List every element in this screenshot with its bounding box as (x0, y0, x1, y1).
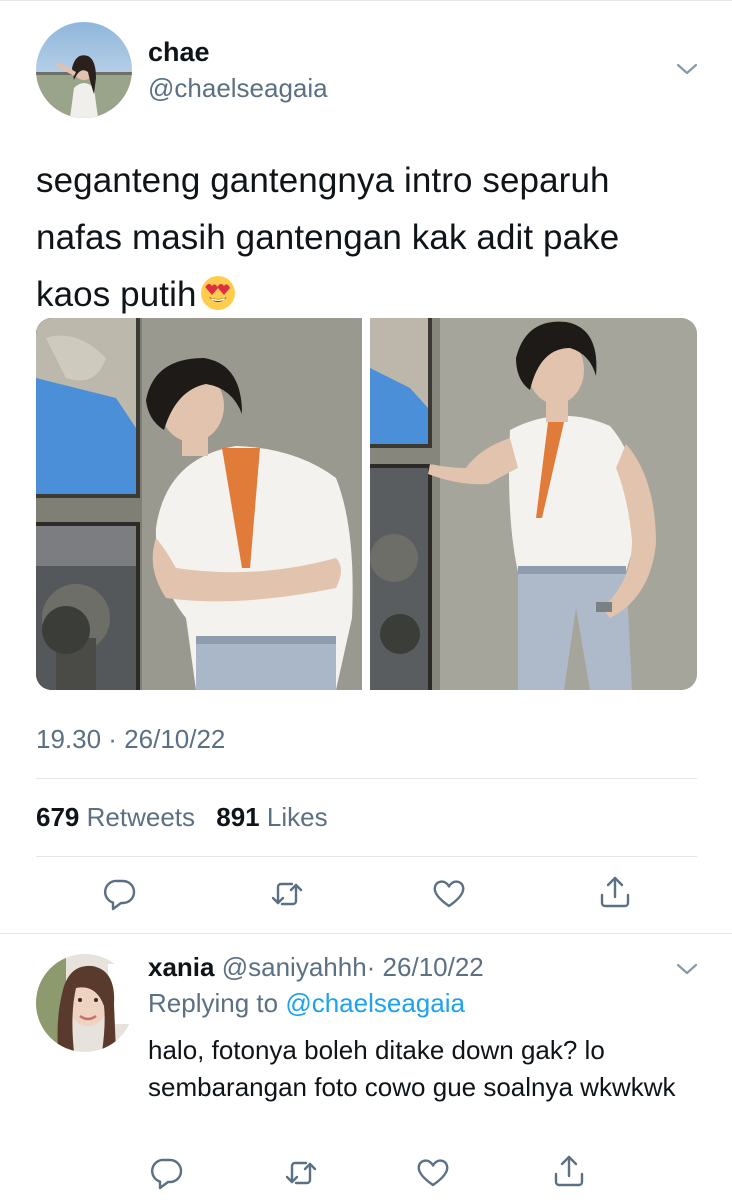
author-avatar[interactable] (36, 22, 132, 118)
reply-icon[interactable] (150, 1156, 184, 1190)
top-border (0, 0, 732, 1)
tweet-text: seganteng gantengnya intro separuh nafas… (36, 152, 696, 323)
author-handle[interactable]: @chaelseagaia (148, 72, 328, 104)
reply-header: xania @saniyahhh· 26/10/22 (148, 950, 484, 984)
retweet-icon[interactable] (284, 1156, 318, 1190)
reply-author-avatar[interactable] (36, 954, 134, 1052)
reply-text: halo, fotonya boleh ditake down gak? lo … (148, 1035, 676, 1102)
tweet-timestamp[interactable]: 19.30 · 26/10/22 (36, 722, 225, 756)
author-name[interactable]: chae (148, 36, 210, 68)
tweet-photo-2[interactable] (370, 318, 697, 690)
like-icon[interactable] (432, 877, 466, 911)
tweet-photo-1[interactable] (36, 318, 362, 690)
share-icon[interactable] (552, 1154, 586, 1188)
retweet-icon[interactable] (270, 877, 304, 911)
share-icon[interactable] (598, 875, 632, 909)
divider (36, 778, 697, 779)
replying-to-line: Replying to @chaelseagaia (148, 986, 465, 1020)
retweets-label[interactable]: Retweets (87, 802, 195, 832)
divider (0, 933, 732, 934)
tweet-media[interactable] (36, 318, 697, 690)
likes-label[interactable]: Likes (267, 802, 328, 832)
heart-eyes-emoji-icon (200, 276, 235, 310)
reply-author-handle[interactable]: @saniyahhh (222, 952, 367, 982)
reply-author-name[interactable]: xania (148, 952, 215, 982)
chevron-down-icon[interactable] (676, 962, 698, 976)
tweet-text-body: seganteng gantengnya intro separuh nafas… (36, 161, 620, 314)
tweet-stats: 679 Retweets 891 Likes (36, 800, 342, 834)
like-icon[interactable] (416, 1156, 450, 1190)
reply-icon[interactable] (103, 877, 137, 911)
divider (36, 856, 697, 857)
retweets-count[interactable]: 679 (36, 802, 79, 832)
replying-to-label: Replying to (148, 988, 279, 1018)
reply-date: · 26/10/22 (366, 952, 484, 982)
replying-to-handle[interactable]: @chaelseagaia (285, 988, 465, 1018)
chevron-down-icon[interactable] (676, 62, 698, 76)
likes-count[interactable]: 891 (216, 802, 259, 832)
